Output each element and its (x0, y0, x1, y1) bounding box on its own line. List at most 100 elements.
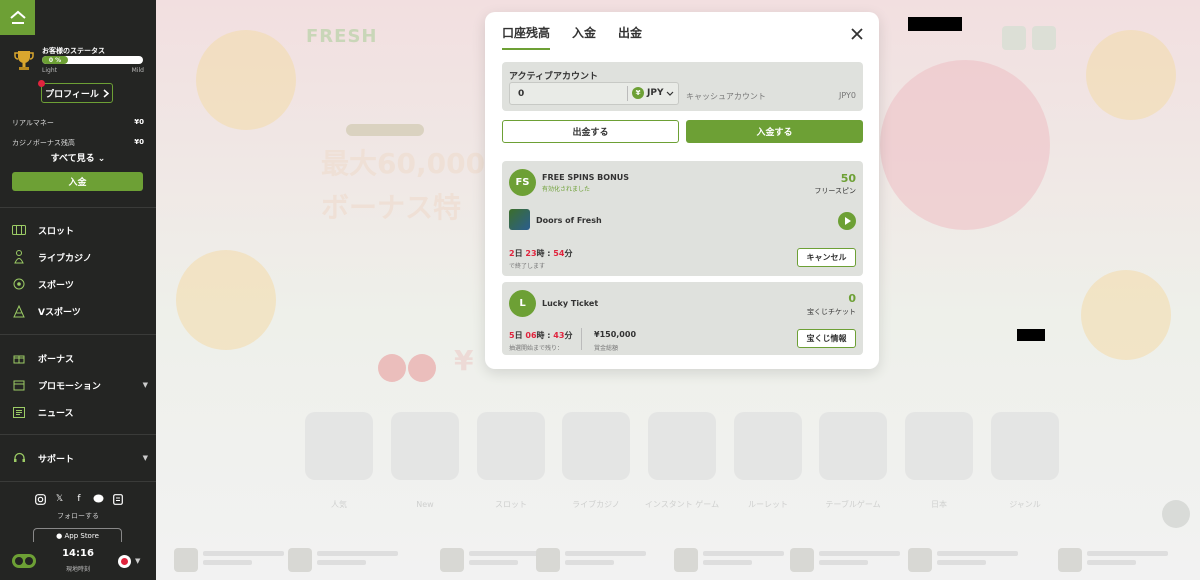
withdraw-button[interactable]: 出金する (502, 120, 679, 143)
game-tile[interactable] (908, 548, 1018, 576)
sidebar-item-label: ボーナス (38, 354, 75, 365)
account-amount-field[interactable]: 0 ¥ JPY (509, 82, 679, 105)
see-all-button[interactable]: すべて見る ⌄ (0, 151, 156, 164)
cancel-bonus-button[interactable]: キャンセル (797, 248, 856, 267)
chevron-right-icon (103, 88, 109, 98)
game-name: Doors of Fresh (536, 216, 602, 225)
game-thumbnail[interactable] (509, 209, 530, 230)
game-tile[interactable] (790, 548, 900, 576)
facebook-icon[interactable]: f (73, 493, 85, 505)
game-tile[interactable] (288, 548, 398, 576)
local-time-label: 現地時刻 (65, 566, 90, 573)
sidebar-item-label: プロモーション (38, 381, 101, 392)
category-label: インスタント ゲーム (644, 500, 720, 509)
tab-balance[interactable]: 口座残高 (502, 24, 551, 50)
notification-dot (38, 80, 45, 87)
social-links: 𝕏 f (34, 493, 124, 505)
blog-icon[interactable] (112, 493, 124, 505)
play-icon[interactable] (838, 212, 856, 230)
free-spins-timer: 2日 23時 : 54分 (509, 249, 573, 258)
free-spins-card: FS FREE SPINS BONUS 有効化されました 50 フリースピン D… (502, 161, 863, 276)
sidebar-item-label: スロット (38, 226, 75, 237)
category-table-games[interactable] (819, 412, 887, 480)
sidebar-item-label: サポート (38, 454, 75, 465)
sidebar-deposit-button[interactable]: 入金 (12, 172, 143, 191)
category-new[interactable] (391, 412, 459, 480)
promotion-icon (12, 378, 26, 392)
game-tile[interactable] (174, 548, 284, 576)
jackpot-amount: ¥ (454, 344, 474, 377)
category-japan[interactable] (905, 412, 973, 480)
chevron-down-icon (667, 91, 674, 96)
promo-tag (346, 124, 424, 136)
sidebar-item-news[interactable]: ニュース (12, 404, 148, 420)
home-button[interactable] (0, 0, 35, 35)
gift-icon (12, 351, 26, 365)
theme-toggle[interactable] (12, 554, 36, 568)
free-spins-unit: フリースピン (814, 187, 856, 195)
sidebar-item-promotion[interactable]: プロモーション ▼ (12, 377, 148, 393)
x-icon[interactable]: 𝕏 (54, 493, 66, 505)
lucky-ticket-card: L Lucky Ticket 0 宝くじチケット 5日 06時 : 43分 抽選… (502, 282, 863, 355)
category-popular[interactable] (305, 412, 373, 480)
cherry-image (378, 330, 438, 384)
deposit-button[interactable]: 入金する (686, 120, 863, 143)
active-account-label: アクティブアカウント (509, 72, 599, 82)
chat-button[interactable] (1162, 500, 1190, 528)
close-icon[interactable] (849, 26, 865, 42)
sidebar: お客様のステータス 0 % Light Mild プロフィール リアルマネー ¥… (0, 0, 156, 580)
lottery-info-button[interactable]: 宝くじ情報 (797, 329, 856, 348)
free-spins-count: 50 (840, 172, 856, 185)
bell-icon (1032, 26, 1056, 50)
sidebar-item-label: Vスポーツ (38, 307, 81, 318)
status-progress-bar: 0 % (42, 56, 143, 64)
app-store-button[interactable]: ● App Store (33, 528, 122, 542)
tab-withdraw[interactable]: 出金 (618, 24, 642, 50)
promo-headline-1: 最大60,000 (321, 147, 486, 180)
sidebar-item-bonus[interactable]: ボーナス (12, 350, 148, 366)
category-label: テーブルゲーム (825, 500, 881, 509)
caret-down-icon: ▼ (142, 381, 148, 389)
site-logo: FRESH (306, 26, 378, 47)
category-label: ルーレット (748, 500, 788, 509)
sidebar-item-label: スポーツ (38, 280, 74, 291)
follow-label: フォローする (57, 512, 99, 520)
game-tile[interactable] (1058, 548, 1168, 576)
japan-flag-icon (118, 554, 131, 568)
sidebar-item-support[interactable]: サポート ▼ (12, 450, 148, 466)
sidebar-item-vsports[interactable]: Vスポーツ (12, 303, 148, 319)
redaction (1017, 329, 1045, 341)
level-from: Light (42, 67, 57, 74)
live-casino-icon (12, 250, 26, 264)
home-icon (9, 10, 26, 24)
currency-selector[interactable]: ¥ JPY (632, 87, 674, 99)
category-live-casino[interactable] (562, 412, 630, 480)
sidebar-item-sports[interactable]: スポーツ (12, 276, 148, 292)
sidebar-item-live-casino[interactable]: ライブカジノ (12, 249, 148, 265)
cash-account-value: JPY0 (839, 91, 856, 100)
tab-deposit[interactable]: 入金 (572, 24, 596, 50)
category-label: ライブカジノ (572, 500, 620, 509)
coin-decoration (1081, 270, 1171, 360)
category-genre[interactable] (991, 412, 1059, 480)
instagram-icon[interactable] (34, 493, 46, 505)
profile-button[interactable]: プロフィール (41, 83, 113, 103)
game-tile[interactable] (440, 548, 550, 576)
category-label: 日本 (931, 500, 947, 509)
lucky-ticket-timer-note: 抽選開始まで残り： (509, 345, 564, 352)
game-tile[interactable] (674, 548, 784, 576)
category-slots[interactable] (477, 412, 545, 480)
redaction (908, 17, 962, 31)
promo-headline-2: ボーナス特 (321, 191, 462, 224)
balance-value: ¥0 (134, 118, 144, 126)
category-instant-games[interactable] (648, 412, 716, 480)
category-roulette[interactable] (734, 412, 802, 480)
sidebar-item-slots[interactable]: スロット (12, 222, 148, 238)
lucky-ticket-title: Lucky Ticket (542, 299, 599, 308)
line-icon[interactable] (93, 493, 105, 505)
balance-value: ¥0 (134, 138, 144, 146)
language-selector[interactable]: ▼ (118, 554, 144, 568)
yen-icon: ¥ (632, 87, 644, 99)
chevron-down-icon: ⌄ (97, 154, 106, 164)
game-tile[interactable] (536, 548, 646, 576)
